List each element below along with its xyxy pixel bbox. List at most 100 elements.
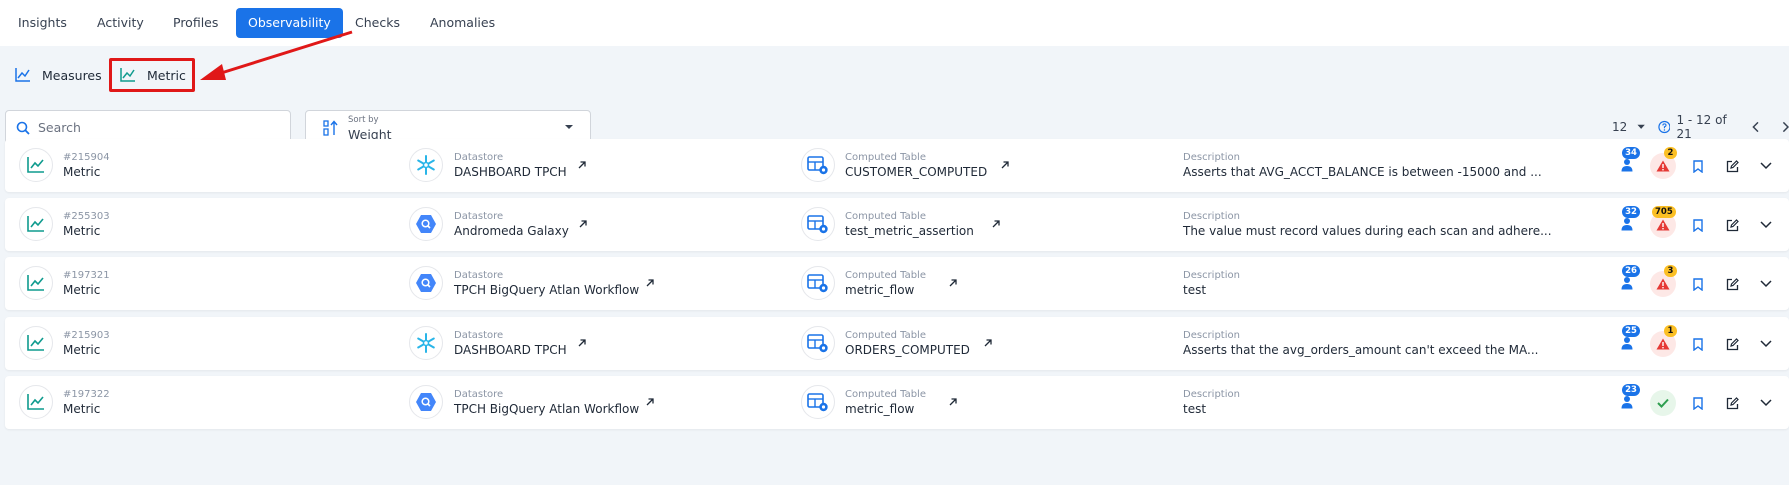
tab-insights[interactable]: Insights <box>6 8 79 38</box>
external-link-icon[interactable] <box>645 278 655 288</box>
caret-down-icon <box>565 125 573 129</box>
sort-label: Sort by <box>348 115 379 125</box>
users-button[interactable] <box>1620 157 1634 173</box>
computed-table-icon <box>807 215 828 234</box>
datastore-label: Datastore <box>454 330 504 341</box>
table-link[interactable] <box>991 214 1001 233</box>
check-type: Metric <box>63 283 101 297</box>
tab-activity[interactable]: Activity <box>85 8 156 38</box>
highlight-box <box>109 58 195 92</box>
datastore-link[interactable] <box>645 273 655 292</box>
datastore-link[interactable] <box>577 155 587 174</box>
metric-row[interactable]: #215904 Metric Datastore DASHBOARD TPCH Comp… <box>5 139 1789 192</box>
bookmark-button[interactable] <box>1691 336 1705 352</box>
chevron-right-icon[interactable] <box>1782 121 1789 133</box>
external-link-icon[interactable] <box>577 338 587 348</box>
bigquery-icon <box>416 215 436 233</box>
datastore-label: Datastore <box>454 152 504 163</box>
tab-anomalies[interactable]: Anomalies <box>418 8 507 38</box>
expand-button[interactable] <box>1758 396 1774 410</box>
metric-row[interactable]: #197322 Metric Datastore TPCH BigQuery Atla… <box>5 376 1789 429</box>
table-link[interactable] <box>983 333 993 352</box>
user-icon <box>1621 337 1633 350</box>
bigquery-icon <box>416 393 436 411</box>
table-avatar <box>801 385 835 419</box>
snowflake-icon <box>417 333 435 353</box>
table-link[interactable] <box>948 392 958 411</box>
user-count-badge: 23 <box>1622 384 1640 396</box>
status-ok[interactable] <box>1650 390 1676 416</box>
check-id: #197322 <box>63 389 110 400</box>
expand-button[interactable] <box>1758 159 1774 173</box>
table-name: CUSTOMER_COMPUTED <box>845 165 988 179</box>
expand-button[interactable] <box>1758 337 1774 351</box>
external-link-icon[interactable] <box>645 397 655 407</box>
datastore-name: DASHBOARD TPCH <box>454 343 567 357</box>
expand-button[interactable] <box>1758 277 1774 291</box>
bookmark-icon <box>1693 218 1703 232</box>
datastore-link[interactable] <box>578 214 588 233</box>
bookmark-button[interactable] <box>1691 395 1705 411</box>
subtab-measures[interactable]: Measures <box>14 60 102 90</box>
external-link-icon[interactable] <box>948 278 958 288</box>
edit-icon <box>1726 218 1739 231</box>
search-input[interactable] <box>38 120 258 135</box>
edit-icon <box>1726 396 1739 409</box>
external-link-icon[interactable] <box>578 219 588 229</box>
edit-icon <box>1726 159 1739 172</box>
edit-button[interactable] <box>1724 276 1740 292</box>
bookmark-icon <box>1693 396 1703 410</box>
table-label: Computed Table <box>845 389 926 400</box>
bookmark-button[interactable] <box>1691 158 1705 174</box>
external-link-icon[interactable] <box>983 338 993 348</box>
users-button[interactable] <box>1620 275 1634 291</box>
table-avatar <box>801 266 835 300</box>
table-label: Computed Table <box>845 330 926 341</box>
chevron-down-icon <box>1760 399 1772 407</box>
help-icon[interactable] <box>1657 120 1671 134</box>
external-link-icon[interactable] <box>948 397 958 407</box>
user-icon <box>1621 396 1633 409</box>
line-chart-icon <box>27 275 44 291</box>
metric-row[interactable]: #255303 Metric Datastore Andromeda Galaxy Co… <box>5 198 1789 251</box>
table-link[interactable] <box>1000 155 1010 174</box>
computed-table-icon <box>807 274 828 293</box>
caret-down-icon[interactable] <box>1637 124 1646 130</box>
expand-button[interactable] <box>1758 218 1774 232</box>
chevron-left-icon[interactable] <box>1752 121 1759 133</box>
users-button[interactable] <box>1620 394 1634 410</box>
bookmark-button[interactable] <box>1691 276 1705 292</box>
edit-button[interactable] <box>1724 217 1740 233</box>
users-button[interactable] <box>1620 216 1634 232</box>
datastore-avatar <box>409 148 443 182</box>
edit-button[interactable] <box>1724 395 1740 411</box>
metric-row[interactable]: #197321 Metric Datastore TPCH BigQuery Atla… <box>5 257 1789 310</box>
external-link-icon[interactable] <box>577 160 587 170</box>
description-text: test <box>1183 402 1207 416</box>
datastore-link[interactable] <box>577 333 587 352</box>
external-link-icon[interactable] <box>1000 160 1010 170</box>
edit-button[interactable] <box>1724 336 1740 352</box>
chevron-down-icon <box>1760 162 1772 170</box>
check-icon <box>1657 398 1669 408</box>
chevron-down-icon <box>1760 340 1772 348</box>
description-label: Description <box>1183 211 1240 222</box>
description-label: Description <box>1183 152 1240 163</box>
description-text: Asserts that the avg_orders_amount can't… <box>1183 343 1539 357</box>
external-link-icon[interactable] <box>991 219 1001 229</box>
pagination: 12 1 - 12 of 21 <box>1612 113 1789 141</box>
bookmark-button[interactable] <box>1691 217 1705 233</box>
metric-row[interactable]: #215903 Metric Datastore DASHBOARD TPCH Comp… <box>5 317 1789 370</box>
edit-icon <box>1726 337 1739 350</box>
user-icon <box>1621 159 1633 172</box>
table-avatar <box>801 148 835 182</box>
users-button[interactable] <box>1620 335 1634 351</box>
datastore-name: Andromeda Galaxy <box>454 224 569 238</box>
datastore-link[interactable] <box>645 392 655 411</box>
edit-button[interactable] <box>1724 158 1740 174</box>
page-size-value[interactable]: 12 <box>1612 120 1627 134</box>
table-name: test_metric_assertion <box>845 224 974 238</box>
check-id: #215904 <box>63 152 110 163</box>
table-link[interactable] <box>948 273 958 292</box>
subtab-measures-label: Measures <box>42 67 102 83</box>
